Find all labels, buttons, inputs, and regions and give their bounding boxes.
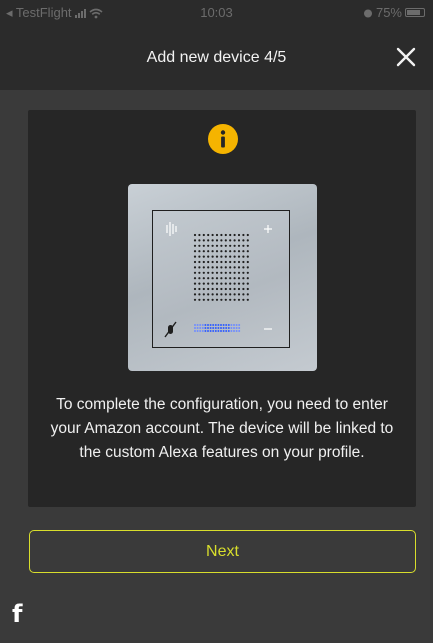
brand-logo: f [12,600,23,628]
device-illustration [164,222,272,338]
status-bar: ◂ TestFlight 10:03 75% [0,0,433,26]
device-wave-icon [166,222,177,236]
alarm-icon [363,9,372,17]
close-button[interactable] [395,46,417,68]
mute-mic-icon [164,321,177,338]
battery-icon [405,8,425,17]
status-right: 75% [363,5,425,20]
speaker-grille [193,233,249,301]
page-title: Add new device 4/5 [146,49,287,66]
nav-header: Add new device 4/5 [0,26,433,90]
instruction-text: To complete the configuration, you need … [50,396,394,461]
device-plus-icon [264,225,272,233]
alexa-device-image [128,184,317,371]
screen: ◂ TestFlight 10:03 75% Add new device 4/… [0,0,433,643]
led-indicator [194,324,241,332]
info-card: To complete the configuration, you need … [28,110,416,507]
battery-percent: 75% [375,5,402,20]
close-icon [396,47,416,67]
next-button[interactable]: Next [29,530,416,573]
device-panel [152,210,290,348]
info-icon [208,124,238,154]
